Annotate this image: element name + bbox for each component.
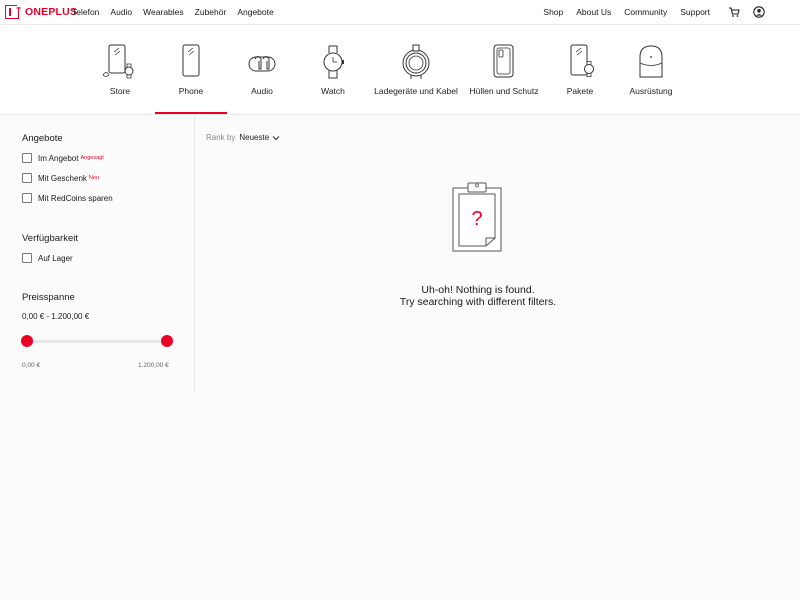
sort-label: Rank by bbox=[206, 133, 236, 142]
filter-sidebar: Angebote Im Angebot Angesagt Mit Geschen… bbox=[0, 116, 195, 392]
nav-community[interactable]: Community bbox=[624, 7, 667, 17]
empty-state-title: Uh-oh! Nothing is found. bbox=[421, 284, 535, 296]
watch-icon bbox=[323, 45, 344, 79]
filter-label: Mit RedCoins sparen bbox=[38, 193, 113, 203]
price-max-label: 1.200,00 € bbox=[138, 362, 169, 369]
category-gear[interactable]: Ausrüstung bbox=[606, 43, 696, 96]
chevron-down-icon[interactable] bbox=[272, 135, 280, 141]
price-slider-min-handle[interactable] bbox=[21, 335, 33, 347]
filter-on-sale[interactable]: Im Angebot Angesagt bbox=[22, 153, 104, 163]
checkbox[interactable] bbox=[22, 253, 32, 263]
category-label: Ladegeräte und Kabel bbox=[374, 86, 458, 96]
cart-icon[interactable] bbox=[728, 6, 740, 18]
empty-clipboard-icon: ? bbox=[452, 182, 502, 252]
price-slider-track[interactable] bbox=[27, 340, 167, 343]
active-category-indicator bbox=[155, 112, 227, 114]
nav-audio[interactable]: Audio bbox=[110, 7, 132, 17]
category-watch[interactable]: Watch bbox=[288, 43, 378, 96]
cable-icon bbox=[402, 44, 430, 79]
category-chargers-cables[interactable]: Ladegeräte und Kabel bbox=[371, 43, 461, 96]
nav-shop[interactable]: Shop bbox=[543, 7, 563, 17]
filter-label: Auf Lager bbox=[38, 253, 73, 263]
price-min-label: 0,00 € bbox=[22, 362, 41, 369]
empty-state-subtitle: Try searching with different filters. bbox=[399, 296, 557, 308]
secondary-nav: Shop About Us Community Support bbox=[530, 7, 710, 17]
logo-mark-icon: + bbox=[5, 2, 22, 19]
checkbox[interactable] bbox=[22, 153, 32, 163]
filter-in-stock[interactable]: Auf Lager bbox=[22, 253, 73, 263]
earbuds-icon bbox=[248, 56, 276, 72]
top-navigation: + ONEPLUS Telefon Audio Wearables Zubehö… bbox=[0, 0, 800, 25]
category-label: Ausrüstung bbox=[629, 86, 673, 96]
category-bar: Store Phone Audio Watch Ladegeräte und K… bbox=[0, 25, 800, 115]
filter-title-price: Preisspanne bbox=[22, 292, 75, 303]
primary-nav: Telefon Audio Wearables Zubehör Angebote bbox=[72, 7, 285, 17]
filter-title-availability: Verfügbarkeit bbox=[22, 233, 78, 244]
price-range-text: 0,00 € - 1.200,00 € bbox=[22, 312, 90, 321]
svg-text:?: ? bbox=[471, 208, 482, 230]
nav-wearables[interactable]: Wearables bbox=[143, 7, 183, 17]
nav-telefon[interactable]: Telefon bbox=[72, 7, 99, 17]
oneplus-logo[interactable]: + ONEPLUS bbox=[5, 2, 77, 20]
filter-redcoins[interactable]: Mit RedCoins sparen bbox=[22, 193, 113, 203]
filter-label: Im Angebot bbox=[38, 153, 79, 163]
sort-value[interactable]: Neueste bbox=[239, 133, 269, 142]
user-icon[interactable] bbox=[753, 6, 765, 18]
checkbox[interactable] bbox=[22, 173, 32, 183]
bundle-icon bbox=[570, 44, 594, 77]
price-slider-max-handle[interactable] bbox=[161, 335, 173, 347]
filter-with-gift[interactable]: Mit Geschenk Neu bbox=[22, 173, 99, 183]
nav-angebote[interactable]: Angebote bbox=[237, 7, 273, 17]
phone-icon bbox=[182, 44, 200, 77]
case-icon bbox=[493, 44, 514, 78]
nav-about-us[interactable]: About Us bbox=[576, 7, 611, 17]
sort-control[interactable]: Rank by Neueste bbox=[206, 133, 280, 142]
trending-tag: Angesagt bbox=[80, 155, 104, 161]
checkbox[interactable] bbox=[22, 193, 32, 203]
nav-zubehoer[interactable]: Zubehör bbox=[195, 7, 227, 17]
backpack-icon bbox=[639, 45, 663, 78]
nav-support[interactable]: Support bbox=[680, 7, 710, 17]
new-tag: Neu bbox=[88, 175, 99, 181]
filter-label: Mit Geschenk bbox=[38, 173, 87, 183]
store-icon bbox=[102, 44, 134, 79]
category-label: Watch bbox=[321, 86, 345, 96]
filter-title-offers: Angebote bbox=[22, 133, 63, 144]
